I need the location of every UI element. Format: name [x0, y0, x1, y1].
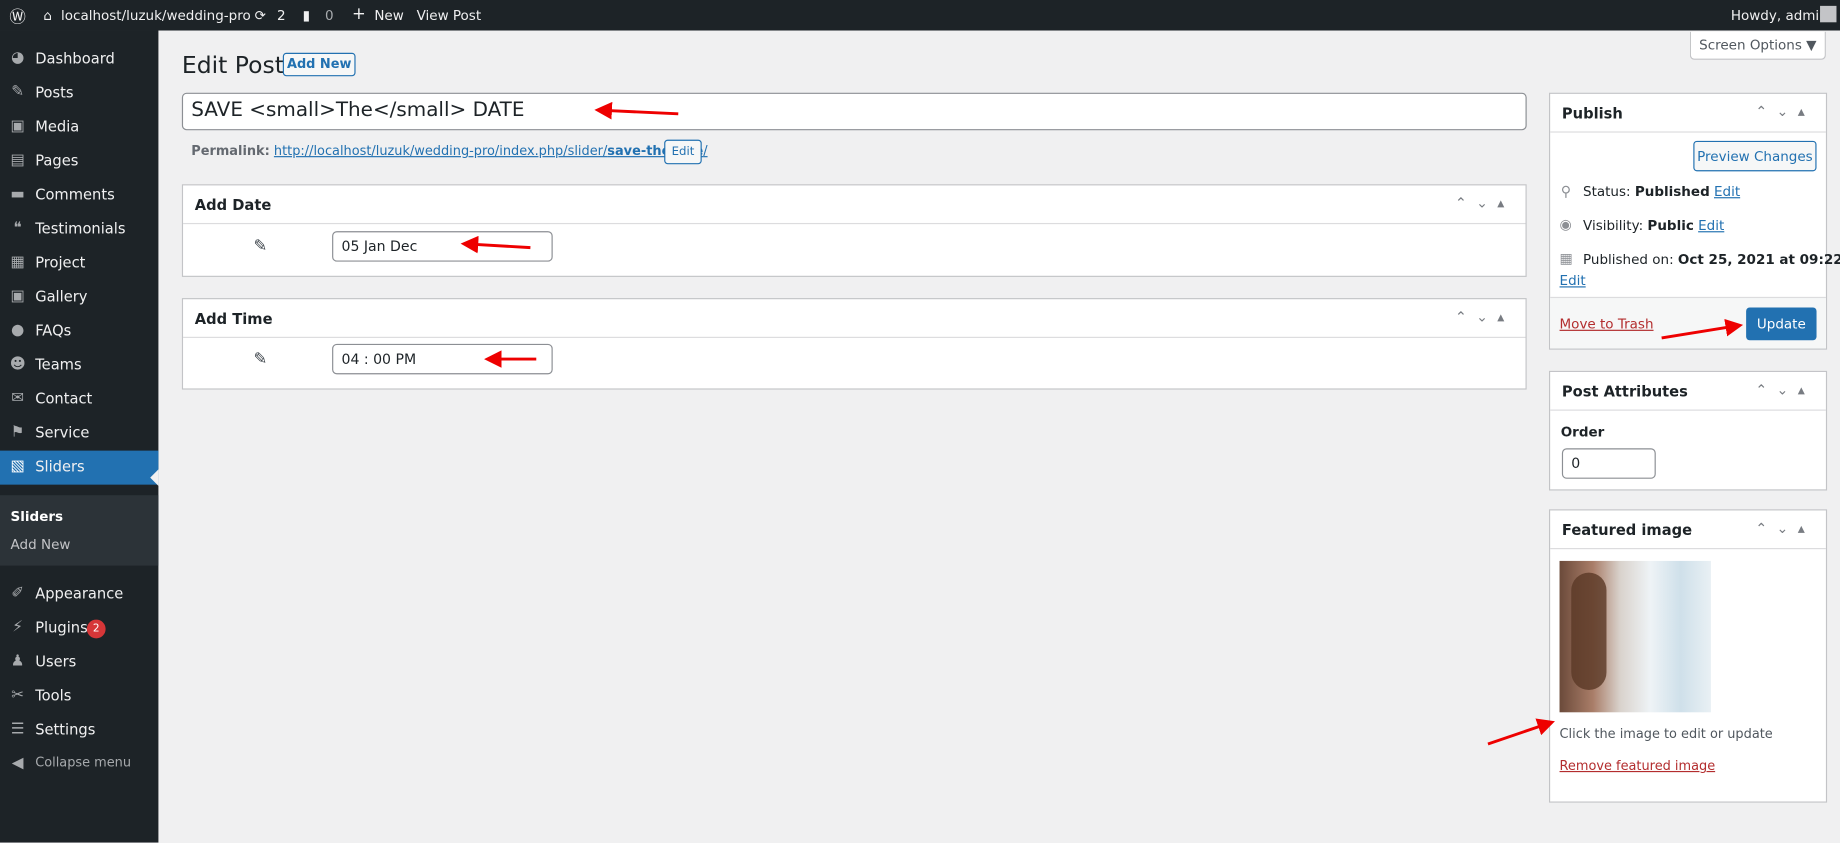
- red-arrow-annotation: [594, 101, 679, 120]
- red-arrow-annotation: [1487, 718, 1555, 746]
- annotation-arrows: [460, 101, 1744, 746]
- red-arrow-annotation: [1661, 318, 1744, 340]
- red-arrow-annotation: [460, 235, 531, 254]
